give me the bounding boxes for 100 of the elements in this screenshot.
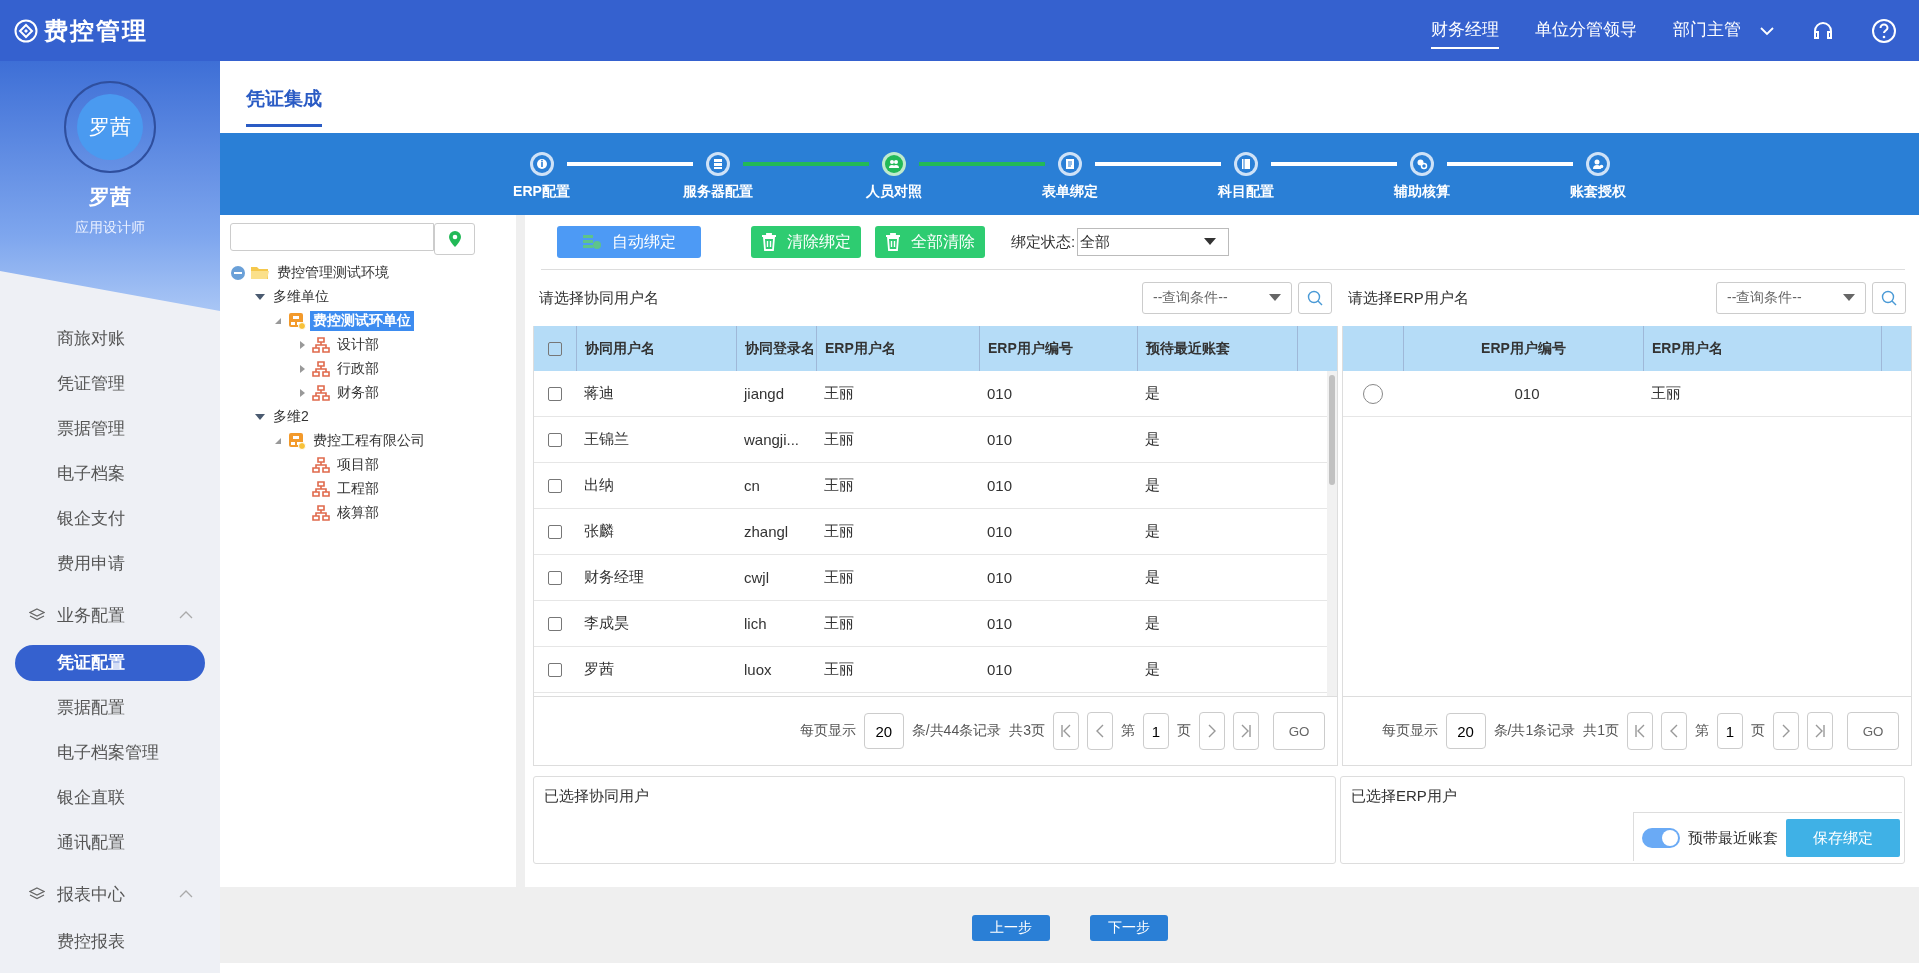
row-checkbox[interactable] [548, 616, 562, 631]
page-size-field[interactable]: 20 [1445, 713, 1486, 749]
menu-item[interactable]: 票据管理 [15, 411, 205, 447]
step-label: 表单绑定 [1041, 183, 1098, 201]
book-icon[interactable] [1232, 151, 1259, 177]
menu-item[interactable]: 电子档案 [15, 456, 205, 492]
user-icon[interactable] [1584, 151, 1611, 177]
table-cell-text: 010 [986, 614, 1014, 634]
tree-item[interactable]: 多维2 [270, 407, 312, 427]
table-cell-text: cwjl [743, 568, 770, 588]
chevron-up-icon[interactable] [179, 611, 193, 619]
select-all-checkbox[interactable] [548, 341, 562, 356]
column-header: ERP用户名 [816, 326, 979, 371]
role-tab[interactable]: 单位分管领导 [1535, 12, 1637, 49]
people-icon[interactable] [880, 151, 907, 177]
table-cell-text: jiangd [742, 384, 786, 404]
tree-item[interactable]: 财务部 [334, 383, 382, 403]
next-page-button[interactable] [1199, 712, 1225, 750]
tree-item[interactable]: 费控管理测试环境 [274, 263, 392, 283]
chevron-left-icon [1095, 724, 1105, 738]
help-icon[interactable] [1871, 17, 1897, 44]
menu-item[interactable]: 银企支付 [15, 501, 205, 537]
row-checkbox[interactable] [548, 662, 562, 677]
toggle-label: 预带最近账套 [1688, 828, 1778, 848]
tree-item[interactable]: 项目部 [334, 455, 382, 475]
row-checkbox[interactable] [548, 570, 562, 585]
tree-item[interactable]: 费控工程有限公司 [310, 431, 428, 451]
last-page-button[interactable] [1233, 712, 1259, 750]
last-page-button[interactable] [1807, 712, 1833, 750]
search-icon [1881, 290, 1897, 306]
status-select[interactable]: 全部 [1077, 228, 1230, 256]
panel-title: 请选择协同用户名 [539, 288, 660, 308]
previous-button[interactable]: 上一步 [971, 915, 1050, 941]
info-icon[interactable] [528, 151, 555, 177]
first-page-button[interactable] [1053, 712, 1079, 750]
table-cell-text: 罗茜 [583, 659, 615, 679]
table-cell-text: luox [743, 660, 773, 680]
toggle-switch[interactable] [1642, 828, 1680, 848]
tree-item[interactable]: 核算部 [334, 503, 382, 523]
next-button[interactable]: 下一步 [1089, 915, 1168, 941]
role-tab[interactable]: 财务经理 [1431, 12, 1499, 49]
collapse-icon[interactable] [230, 265, 246, 281]
table-cell-text: 010 [1513, 384, 1541, 404]
table-cell-text: 是 [1144, 521, 1161, 541]
server-icon[interactable] [704, 151, 731, 177]
table-cell-text: 王丽 [823, 475, 855, 495]
menu-item[interactable]: 电子档案管理 [15, 735, 205, 771]
prev-page-button[interactable] [1661, 712, 1687, 750]
table-cell-text: 是 [1144, 567, 1161, 587]
chevron-left-icon [1669, 724, 1679, 738]
organization-icon [288, 312, 306, 330]
column-header: 协同登录名 [736, 326, 816, 371]
query-select[interactable]: --查询条件-- [1716, 282, 1866, 314]
chevron-down-icon[interactable] [1759, 25, 1775, 36]
form-icon[interactable] [1056, 151, 1083, 177]
last-page-icon [1240, 724, 1252, 738]
hierarchy-icon [312, 457, 330, 473]
first-page-button[interactable] [1627, 712, 1653, 750]
menu-item[interactable]: 费用申请 [15, 546, 205, 582]
menu-item[interactable]: 费控报表 [15, 924, 205, 960]
menu-group[interactable]: 报表中心 [57, 882, 167, 906]
scrollbar[interactable] [1327, 371, 1337, 696]
menu-item[interactable]: 凭证管理 [15, 366, 205, 402]
page-count: 共3页 [1009, 722, 1045, 740]
table-cell-text: 是 [1144, 383, 1161, 403]
tree-search-field[interactable] [230, 223, 434, 251]
go-button[interactable]: GO [1273, 712, 1325, 750]
page-number-field[interactable]: 1 [1717, 713, 1743, 749]
row-checkbox[interactable] [548, 386, 562, 401]
row-checkbox[interactable] [548, 524, 562, 539]
tab[interactable]: 凭证集成 [246, 86, 322, 127]
locate-button[interactable] [434, 223, 475, 255]
location-pin-icon [447, 230, 462, 248]
page-size-field[interactable]: 20 [863, 713, 904, 749]
menu-item[interactable]: 通讯配置 [15, 825, 205, 861]
page-suffix: 页 [1751, 722, 1765, 740]
prev-page-button[interactable] [1087, 712, 1113, 750]
row-checkbox[interactable] [548, 478, 562, 493]
query-select[interactable]: --查询条件-- [1142, 282, 1292, 314]
tree-item[interactable]: 行政部 [334, 359, 382, 379]
tree-item[interactable]: 设计部 [334, 335, 382, 355]
menu-item[interactable]: 商旅对账 [15, 321, 205, 357]
menu-item[interactable]: 票据配置 [15, 690, 205, 726]
go-button[interactable]: GO [1847, 712, 1899, 750]
pager-label: 每页显示 [799, 722, 856, 740]
row-checkbox[interactable] [548, 432, 562, 447]
menu-item[interactable]: 银企直联 [15, 780, 205, 816]
table-cell-text: 王丽 [823, 659, 855, 679]
search-button[interactable] [1872, 282, 1906, 314]
tree-item[interactable]: 多维单位 [270, 287, 332, 307]
menu-item[interactable]: 凭证配置 [15, 645, 205, 681]
hierarchy-icon [312, 481, 330, 497]
chevron-up-icon[interactable] [179, 890, 193, 898]
tree-item[interactable]: 工程部 [334, 479, 382, 499]
menu-group[interactable]: 业务配置 [57, 603, 167, 627]
role-tab[interactable]: 部门主管 [1673, 12, 1741, 49]
next-page-button[interactable] [1773, 712, 1799, 750]
search-button[interactable] [1298, 282, 1332, 314]
last-page-icon [1814, 724, 1826, 738]
page-number-field[interactable]: 1 [1143, 713, 1169, 749]
